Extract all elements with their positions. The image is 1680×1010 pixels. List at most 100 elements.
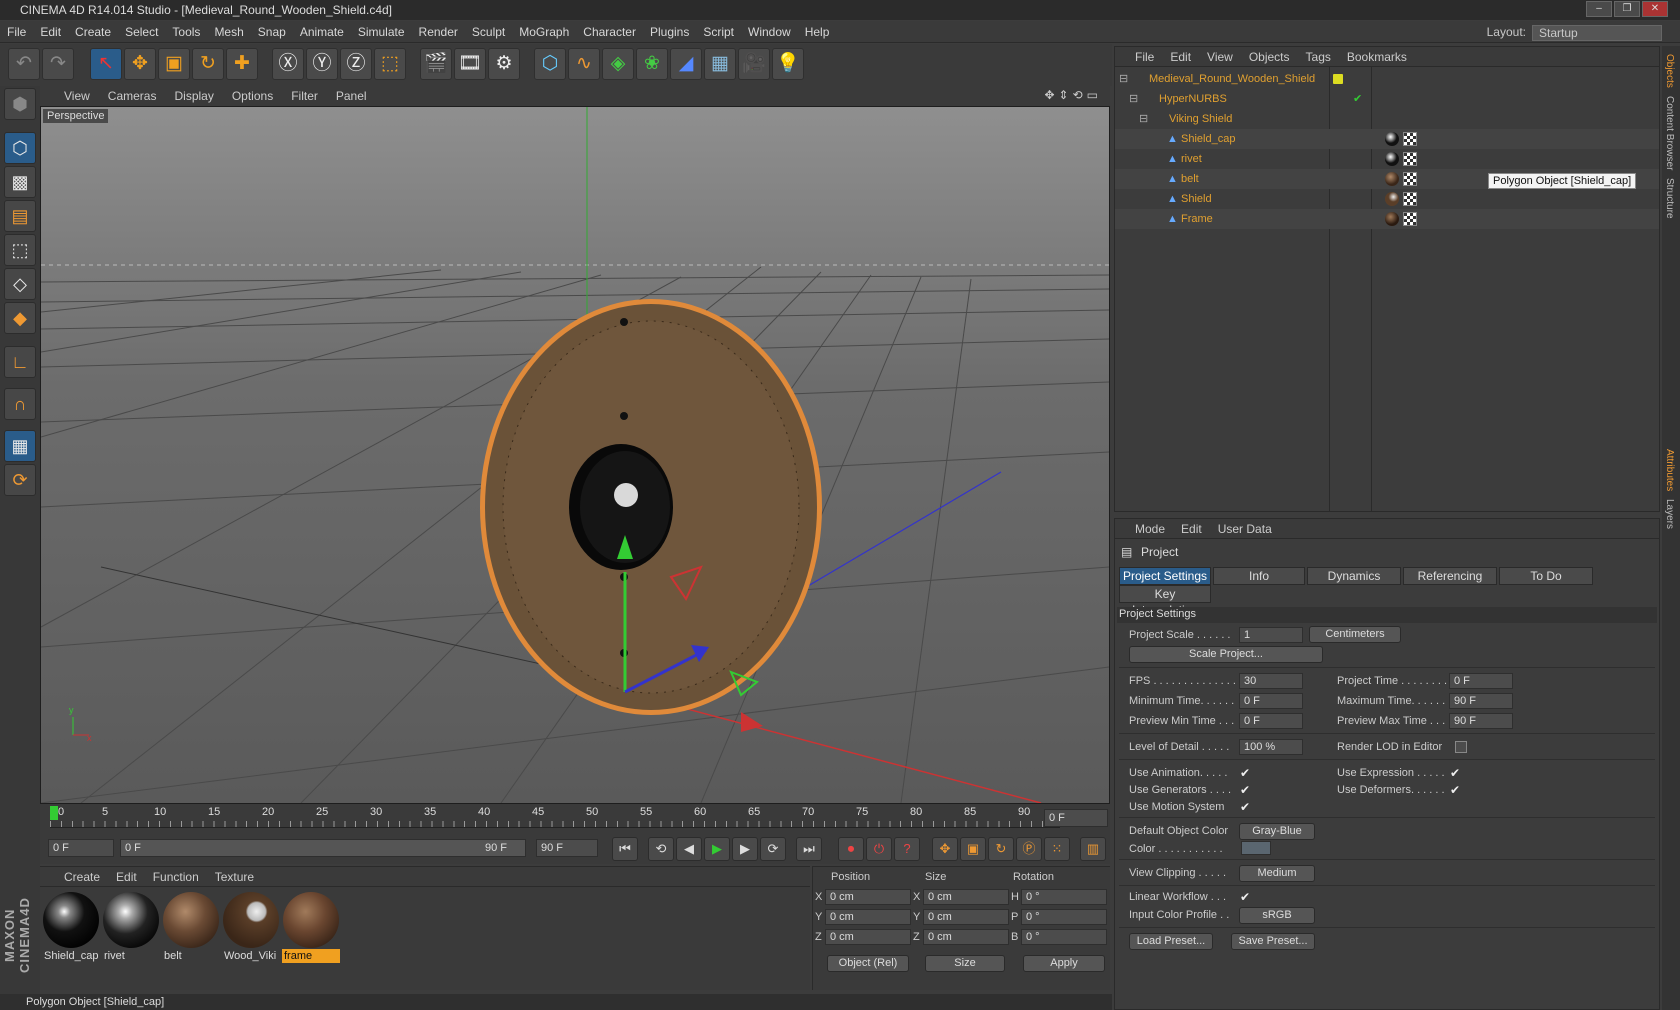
load-preset-button[interactable]: Load Preset... [1129, 933, 1213, 950]
side-tab-structure[interactable]: Structure [1664, 178, 1675, 219]
position-x-field[interactable]: 0 cm [825, 889, 911, 905]
nurbs-icon[interactable]: ◈ [602, 48, 634, 80]
material-tag-icon[interactable] [1385, 132, 1399, 146]
polygons-mode-icon[interactable]: ◆ [4, 302, 36, 334]
goto-end-icon[interactable]: ⏭ [796, 837, 822, 861]
material-tag-icon[interactable] [1385, 212, 1399, 226]
model-mode-icon[interactable]: ⬡ [4, 132, 36, 164]
menu-animate[interactable]: Animate [293, 21, 351, 43]
tab-todo[interactable]: To Do [1499, 567, 1593, 585]
floor-icon[interactable]: ▦ [704, 48, 736, 80]
play-icon[interactable]: ▶ [704, 837, 730, 861]
tab-info[interactable]: Info [1213, 567, 1305, 585]
keyframe-selection-icon[interactable]: ? [894, 837, 920, 861]
object-row[interactable]: ▲ rivet [1115, 149, 1659, 169]
side-tab-objects[interactable]: Objects [1664, 54, 1675, 88]
menu-sculpt[interactable]: Sculpt [465, 21, 512, 43]
edges-mode-icon[interactable]: ◇ [4, 268, 36, 300]
tab-project-settings[interactable]: Project Settings [1119, 567, 1211, 585]
tab-referencing[interactable]: Referencing [1403, 567, 1497, 585]
object-row[interactable]: ⊟ Medieval_Round_Wooden_Shield [1115, 69, 1659, 89]
default-color-dropdown[interactable]: Gray-Blue [1239, 823, 1315, 840]
render-picture-viewer-icon[interactable]: 🎞 [454, 48, 486, 80]
coordinate-system-icon[interactable]: ⬚ [374, 48, 406, 80]
size-y-field[interactable]: 0 cm [923, 909, 1009, 925]
render-lod-checkbox[interactable] [1455, 741, 1467, 753]
key-position-icon[interactable]: ✥ [932, 837, 958, 861]
tab-key-interpolation[interactable]: Key Interpolation [1119, 585, 1211, 617]
material-tag-icon[interactable] [1385, 192, 1399, 206]
rotation-h-field[interactable]: 0 ° [1021, 889, 1107, 905]
obj-menu-edit[interactable]: Edit [1162, 47, 1199, 67]
side-tab-attributes[interactable]: Attributes [1664, 449, 1675, 491]
menu-window[interactable]: Window [741, 21, 798, 43]
input-color-profile-dropdown[interactable]: sRGB [1239, 907, 1315, 924]
menu-simulate[interactable]: Simulate [351, 21, 412, 43]
texture-tag-icon[interactable] [1403, 212, 1417, 226]
deformer-icon[interactable]: ◢ [670, 48, 702, 80]
current-frame-field[interactable]: 0 F [1044, 809, 1108, 827]
prev-key-icon[interactable]: ⟲ [648, 837, 674, 861]
key-scale-icon[interactable]: ▣ [960, 837, 986, 861]
next-frame-icon[interactable]: ▶ [732, 837, 758, 861]
timeline-window-icon[interactable]: ▥ [1080, 837, 1106, 861]
menu-mograph[interactable]: MoGraph [512, 21, 576, 43]
axis-mode-icon[interactable]: ∟ [4, 346, 36, 378]
start-frame-field[interactable]: 0 F [48, 839, 114, 857]
spline-icon[interactable]: ∿ [568, 48, 600, 80]
workplane-icon[interactable]: ▤ [4, 200, 36, 232]
material-swatch[interactable]: rivet [102, 891, 160, 963]
layout-dropdown[interactable]: Startup [1532, 24, 1662, 41]
project-time-field[interactable]: 0 F [1449, 673, 1513, 689]
cube-icon[interactable]: ⬡ [534, 48, 566, 80]
prev-frame-icon[interactable]: ◀ [676, 837, 702, 861]
key-parameter-icon[interactable]: Ⓟ [1016, 837, 1042, 861]
viewport-menu-view[interactable]: View [40, 86, 99, 106]
z-axis-icon[interactable]: Ⓩ [340, 48, 372, 80]
obj-menu-bookmarks[interactable]: Bookmarks [1339, 47, 1415, 67]
enabled-check-icon[interactable]: ✔ [1353, 89, 1362, 109]
material-swatch[interactable]: belt [162, 891, 220, 963]
expand-icon[interactable]: ⊟ [1139, 109, 1148, 129]
tab-dynamics[interactable]: Dynamics [1307, 567, 1401, 585]
material-swatch[interactable]: Wood_Viki [222, 891, 280, 963]
rotate-icon[interactable]: ↻ [192, 48, 224, 80]
menu-render[interactable]: Render [412, 21, 465, 43]
viewport-camera-label[interactable]: Perspective [43, 109, 109, 123]
object-row[interactable]: ▲ Shield_cap [1115, 129, 1659, 149]
3d-viewport[interactable]: yx Perspective [40, 106, 1110, 804]
menu-plugins[interactable]: Plugins [643, 21, 696, 43]
menu-tools[interactable]: Tools [165, 21, 207, 43]
attr-menu-edit[interactable]: Edit [1173, 519, 1210, 539]
menu-create[interactable]: Create [68, 21, 118, 43]
color-swatch[interactable] [1241, 841, 1271, 855]
record-icon[interactable]: ⏺ [838, 837, 864, 861]
preview-max-field[interactable]: 90 F [1449, 713, 1513, 729]
obj-menu-objects[interactable]: Objects [1241, 47, 1298, 67]
minimize-button[interactable]: – [1586, 1, 1612, 17]
tweak-icon[interactable]: ⟳ [4, 464, 36, 496]
minimum-time-field[interactable]: 0 F [1239, 693, 1303, 709]
use-generators-checkbox[interactable]: ✔ [1239, 784, 1251, 796]
material-swatch[interactable]: frame [282, 891, 340, 963]
position-z-field[interactable]: 0 cm [825, 929, 911, 945]
move-icon[interactable]: ✥ [124, 48, 156, 80]
texture-tag-icon[interactable] [1403, 152, 1417, 166]
menu-snap[interactable]: Snap [251, 21, 293, 43]
position-y-field[interactable]: 0 cm [825, 909, 911, 925]
material-tag-icon[interactable] [1385, 172, 1399, 186]
snap-icon[interactable]: ∩ [4, 388, 36, 420]
size-x-field[interactable]: 0 cm [923, 889, 1009, 905]
mat-menu-create[interactable]: Create [40, 867, 108, 887]
redo-icon[interactable]: ↷ [42, 48, 74, 80]
menu-help[interactable]: Help [798, 21, 837, 43]
scale-unit-dropdown[interactable]: Centimeters [1309, 626, 1401, 643]
viewport-menu-panel[interactable]: Panel [327, 86, 376, 106]
playhead[interactable] [50, 806, 58, 820]
object-row[interactable]: ▲ Frame [1115, 209, 1659, 229]
goto-start-icon[interactable]: ⏮ [612, 837, 638, 861]
menu-edit[interactable]: Edit [33, 21, 68, 43]
key-pla-icon[interactable]: ⁙ [1044, 837, 1070, 861]
object-row[interactable]: ▲ Shield [1115, 189, 1659, 209]
end-frame-field[interactable]: 90 F [536, 839, 598, 857]
